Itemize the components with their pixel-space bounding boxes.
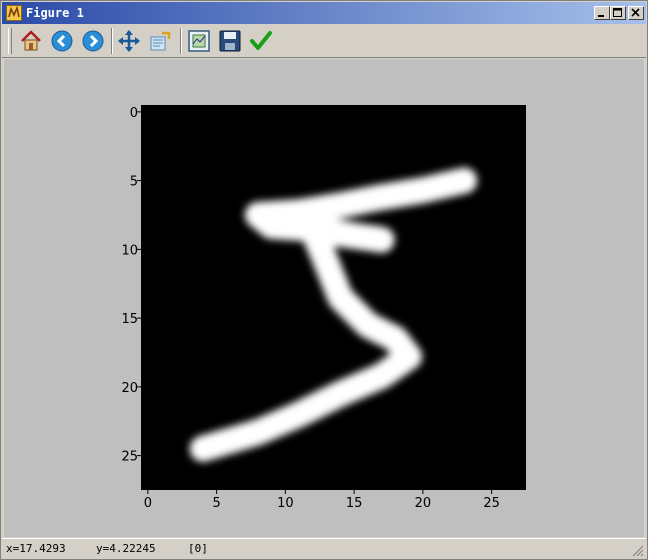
y-tick-label: 25 xyxy=(121,450,138,465)
y-tick-label: 20 xyxy=(121,381,138,396)
toolbar-grip[interactable] xyxy=(8,28,12,54)
x-tick-label: 20 xyxy=(415,496,432,511)
window-title: Figure 1 xyxy=(26,6,84,20)
home-button[interactable] xyxy=(18,28,44,54)
toolbar-separator xyxy=(111,28,113,54)
toolbar-separator xyxy=(180,28,182,54)
pan-button[interactable] xyxy=(116,28,142,54)
x-tick-label: 0 xyxy=(144,496,152,511)
figure-window: Figure 1 0 5 10 15 20 25 0 5 10 15 20 25… xyxy=(0,0,648,560)
title-bar[interactable]: Figure 1 xyxy=(2,2,646,24)
y-tick-label: 5 xyxy=(130,175,138,190)
x-tick-label: 10 xyxy=(277,496,294,511)
x-tick-label: 15 xyxy=(346,496,363,511)
status-bar: x=17.4293 y=4.22245 [0] xyxy=(2,538,646,559)
save-button[interactable] xyxy=(217,28,243,54)
save-icon xyxy=(219,30,241,52)
y-tick-label: 15 xyxy=(121,312,138,327)
x-tick-label: 5 xyxy=(212,496,220,511)
forward-icon xyxy=(82,30,104,52)
close-button[interactable] xyxy=(628,6,644,20)
forward-button[interactable] xyxy=(80,28,106,54)
back-button[interactable] xyxy=(49,28,75,54)
back-icon xyxy=(51,30,73,52)
pixel-value-readout: [0] xyxy=(188,542,208,555)
subplots-icon xyxy=(188,30,210,52)
cursor-x-readout: x=17.4293 xyxy=(6,542,66,555)
cursor-y-readout: y=4.22245 xyxy=(96,542,156,555)
zoom-icon xyxy=(150,31,171,51)
home-icon xyxy=(21,30,41,51)
y-tick-label: 0 xyxy=(130,106,138,121)
y-tick-label: 10 xyxy=(121,243,138,258)
maximize-button[interactable] xyxy=(610,6,626,20)
subplots-button[interactable] xyxy=(186,28,212,54)
check-icon xyxy=(250,31,272,50)
minimize-button[interactable] xyxy=(594,6,610,20)
image-plot[interactable]: 0 5 10 15 20 25 0 5 10 15 20 25 xyxy=(4,59,644,537)
resize-grip-icon[interactable] xyxy=(632,545,644,557)
navigation-toolbar xyxy=(2,24,646,58)
app-icon xyxy=(6,5,22,21)
figure-canvas[interactable]: 0 5 10 15 20 25 0 5 10 15 20 25 xyxy=(4,59,644,537)
zoom-button[interactable] xyxy=(147,28,173,54)
confirm-button[interactable] xyxy=(248,28,274,54)
x-tick-label: 25 xyxy=(483,496,500,511)
pan-icon xyxy=(118,30,140,52)
